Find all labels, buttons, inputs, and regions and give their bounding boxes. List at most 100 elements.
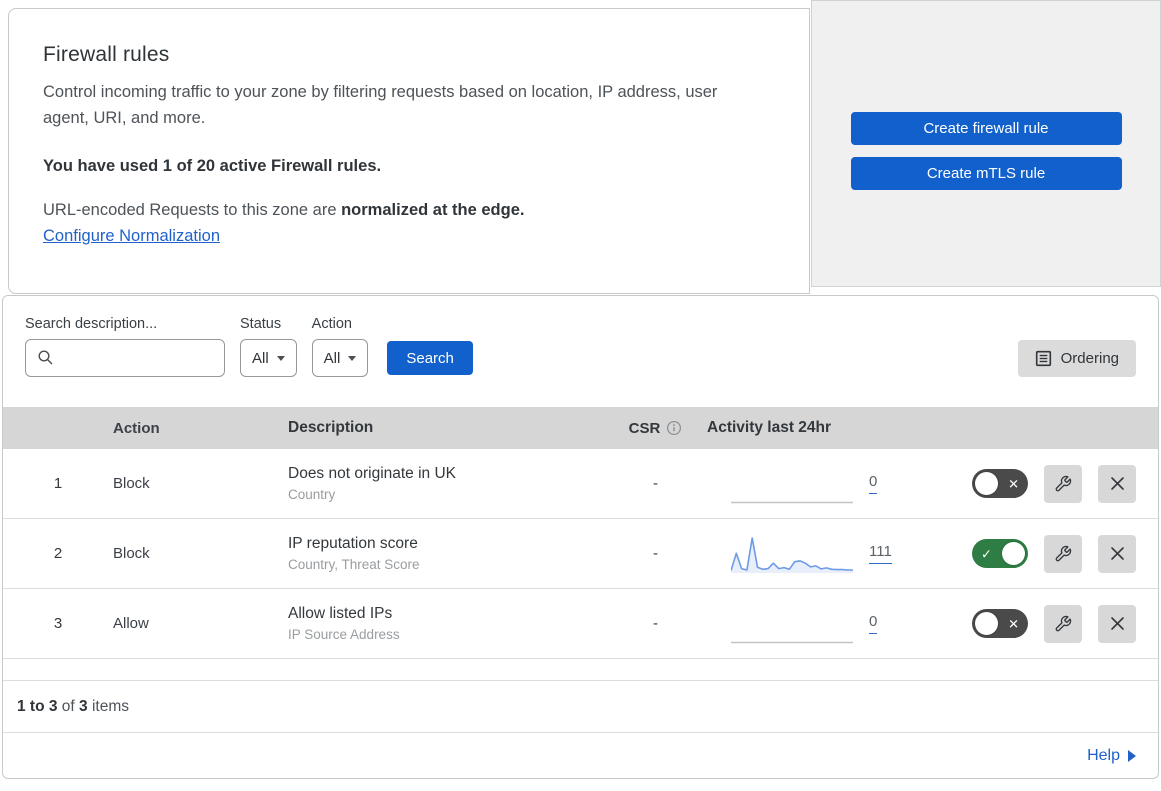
normalization-text: URL-encoded Requests to this zone are: [43, 201, 342, 220]
edit-rule-button[interactable]: [1044, 464, 1082, 503]
activity-count-link[interactable]: 111: [869, 543, 892, 564]
normalization-bold-text: normalized at the edge.: [341, 201, 525, 220]
table-spacer: [3, 659, 1158, 681]
toggle-state-icon: ✕: [1008, 616, 1019, 631]
intro-card: Firewall rules Control incoming traffic …: [8, 8, 810, 294]
page-description: Control incoming traffic to your zone by…: [43, 83, 718, 127]
rule-description-cell: Allow listed IPs IP Source Address: [288, 605, 608, 642]
rules-card: Search description... Status All Action …: [2, 295, 1159, 779]
column-header-activity: Activity last 24hr: [707, 419, 832, 436]
column-header-action: Action: [113, 419, 160, 437]
rule-priority: 3: [53, 615, 63, 632]
rule-priority: 1: [53, 475, 63, 492]
activity-count-link[interactable]: 0: [869, 473, 878, 494]
rules-table: Action Description CSR Activity last 24h…: [3, 407, 1158, 659]
toggle-knob: [975, 612, 998, 635]
status-filter-value: All: [252, 349, 269, 367]
rule-csr-value: -: [653, 475, 658, 492]
rules-table-body: 1 Block Does not originate in UK Country…: [3, 449, 1158, 659]
normalization-note: URL-encoded Requests to this zone are no…: [43, 201, 769, 220]
table-row: 1 Block Does not originate in UK Country…: [3, 449, 1158, 519]
pagination-summary: 1 to 3 of 3 items: [3, 681, 1158, 732]
action-filter-dropdown[interactable]: All: [311, 339, 369, 377]
actions-panel: Create firewall rule Create mTLS rule: [811, 0, 1161, 287]
wrench-icon: [1055, 615, 1072, 631]
activity-sparkline: [731, 501, 853, 503]
toggle-state-icon: ✕: [1008, 476, 1019, 491]
rule-description: IP reputation score: [288, 535, 418, 552]
top-section: Firewall rules Control incoming traffic …: [0, 0, 1161, 294]
rule-action: Block: [113, 545, 150, 562]
rule-csr-value: -: [653, 545, 658, 562]
chevron-down-icon: [276, 355, 285, 361]
search-box: [25, 339, 225, 377]
pagination-of: of: [57, 698, 80, 715]
rule-enabled-toggle[interactable]: ✓: [972, 539, 1028, 568]
rule-action: Block: [113, 475, 150, 492]
info-icon[interactable]: [666, 420, 682, 436]
status-filter-group: Status All: [240, 316, 297, 377]
rule-description-cell: Does not originate in UK Country: [288, 465, 608, 502]
rule-activity-cell: 0: [703, 604, 958, 644]
help-row: Help: [3, 732, 1158, 778]
table-row: 3 Allow Allow listed IPs IP Source Addre…: [3, 589, 1158, 659]
activity-sparkline: [731, 536, 853, 573]
activity-count-link[interactable]: 0: [869, 613, 878, 634]
pagination-range: 1 to 3: [17, 698, 58, 715]
configure-normalization-link[interactable]: Configure Normalization: [43, 227, 220, 246]
x-icon: [1110, 477, 1124, 490]
action-filter-group: Action All: [311, 316, 369, 377]
action-filter-value: All: [323, 349, 341, 367]
ordering-button[interactable]: Ordering: [1017, 340, 1136, 377]
rule-description: Allow listed IPs: [288, 605, 393, 622]
action-filter-label: Action: [311, 316, 352, 332]
pagination-items: items: [87, 698, 129, 715]
rule-description-cell: IP reputation score Country, Threat Scor…: [288, 535, 608, 572]
ordering-button-label: Ordering: [1060, 350, 1119, 367]
toggle-knob: [975, 472, 998, 495]
x-icon: [1110, 617, 1124, 630]
rule-fields: Country: [288, 487, 336, 502]
delete-rule-button[interactable]: [1098, 534, 1136, 573]
wrench-icon: [1055, 545, 1072, 561]
search-filter-group: Search description...: [25, 316, 225, 377]
delete-rule-button[interactable]: [1098, 464, 1136, 503]
help-link-label: Help: [1087, 746, 1120, 764]
arrow-right-icon: [1128, 749, 1136, 762]
search-button[interactable]: Search: [387, 341, 473, 375]
create-firewall-rule-button[interactable]: Create firewall rule: [850, 112, 1122, 145]
rule-controls: ✓: [958, 534, 1158, 573]
pagination-total: 3: [79, 698, 88, 715]
rule-action: Allow: [113, 615, 149, 632]
status-filter-label: Status: [240, 316, 282, 332]
usage-summary: You have used 1 of 20 active Firewall ru…: [43, 157, 382, 176]
rule-fields: IP Source Address: [288, 627, 400, 642]
rule-enabled-toggle[interactable]: ✕: [972, 469, 1028, 498]
x-icon: [1110, 547, 1124, 560]
rule-priority: 2: [53, 545, 63, 562]
toggle-state-icon: ✓: [981, 546, 992, 561]
rule-activity-cell: 111: [703, 534, 958, 574]
search-icon: [38, 350, 53, 365]
search-input[interactable]: [25, 339, 225, 377]
create-mtls-rule-button[interactable]: Create mTLS rule: [850, 157, 1122, 190]
chevron-down-icon: [348, 355, 357, 361]
rule-enabled-toggle[interactable]: ✕: [972, 609, 1028, 638]
wrench-icon: [1055, 475, 1072, 491]
table-header-row: Action Description CSR Activity last 24h…: [3, 407, 1158, 449]
toggle-knob: [1002, 542, 1025, 565]
status-filter-dropdown[interactable]: All: [240, 339, 297, 377]
page-title: Firewall rules: [43, 43, 170, 66]
rule-controls: ✕: [958, 464, 1158, 503]
rule-controls: ✕: [958, 604, 1158, 643]
rule-description: Does not originate in UK: [288, 465, 457, 482]
filter-bar: Search description... Status All Action …: [3, 296, 1158, 407]
rule-activity-cell: 0: [703, 464, 958, 504]
edit-rule-button[interactable]: [1044, 604, 1082, 643]
delete-rule-button[interactable]: [1098, 604, 1136, 643]
edit-rule-button[interactable]: [1044, 534, 1082, 573]
ordering-list-icon: [1035, 350, 1051, 367]
help-link[interactable]: Help: [1087, 747, 1136, 765]
search-label: Search description...: [25, 316, 158, 332]
table-row: 2 Block IP reputation score Country, Thr…: [3, 519, 1158, 589]
